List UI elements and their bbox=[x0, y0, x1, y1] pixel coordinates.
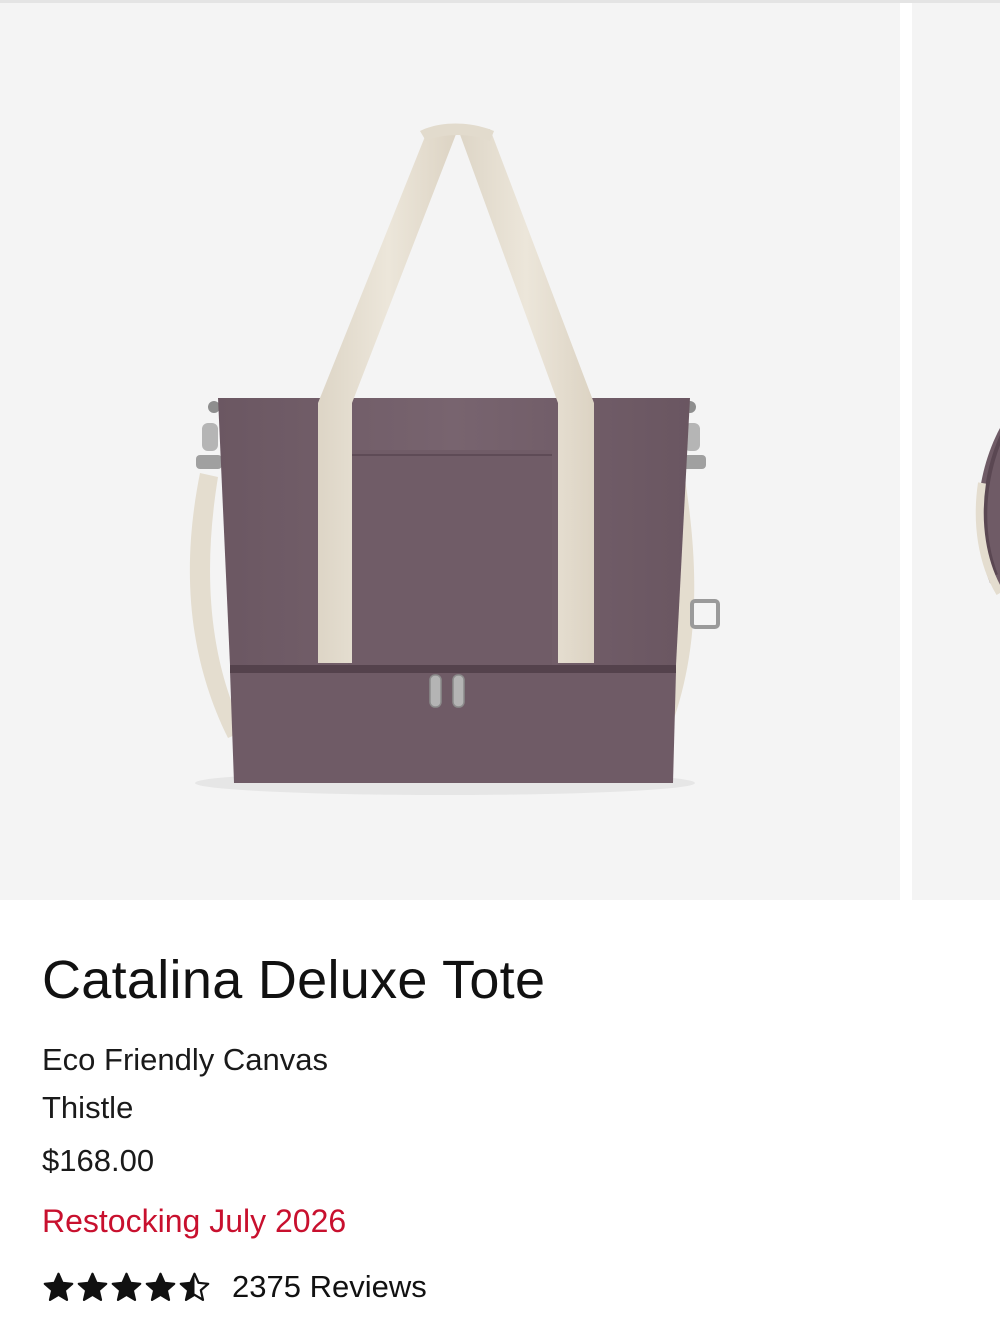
star-full-icon bbox=[145, 1272, 176, 1301]
tote-bag-illustration bbox=[189, 123, 720, 795]
star-full-icon bbox=[111, 1272, 142, 1301]
availability-status: Restocking July 2026 bbox=[42, 1203, 347, 1239]
product-color: Thistle bbox=[42, 1090, 134, 1125]
product-price: $168.00 bbox=[42, 1143, 155, 1178]
product-info: Catalina Deluxe Tote Eco Friendly Canvas… bbox=[42, 940, 962, 1307]
product-title[interactable]: Catalina Deluxe Tote bbox=[42, 940, 962, 1020]
star-rating bbox=[42, 1271, 212, 1304]
reviews-count-link[interactable]: 2375 Reviews bbox=[232, 1267, 427, 1307]
star-full-icon bbox=[43, 1272, 74, 1301]
product-card: Catalina Deluxe Tote Eco Friendly Canvas… bbox=[0, 0, 1000, 1333]
product-image-main[interactable] bbox=[0, 3, 900, 900]
product-image-next-peek[interactable] bbox=[912, 3, 1000, 900]
star-half-icon bbox=[179, 1272, 210, 1301]
tote-bag-side-illustration bbox=[975, 428, 1000, 596]
product-image-carousel[interactable] bbox=[0, 3, 1000, 900]
rating-summary[interactable]: 2375 Reviews bbox=[42, 1267, 962, 1307]
product-material: Eco Friendly Canvas bbox=[42, 1042, 329, 1077]
star-full-icon bbox=[77, 1272, 108, 1301]
